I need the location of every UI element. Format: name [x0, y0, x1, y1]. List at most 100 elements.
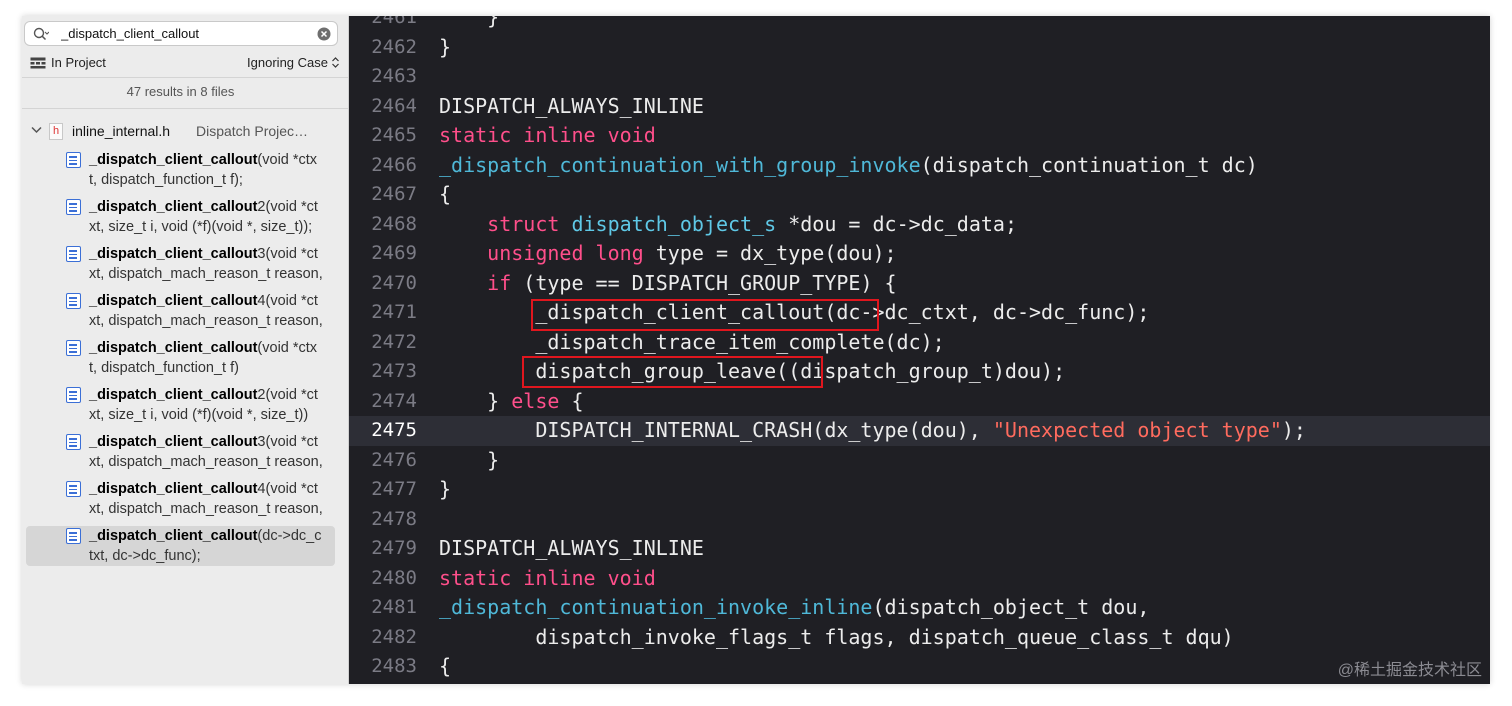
search-icon[interactable]: [33, 26, 49, 42]
line-number: 2482: [371, 625, 417, 648]
document-icon: [66, 246, 81, 262]
code-line[interactable]: 2474 } else {: [349, 387, 1490, 417]
document-icon: [66, 387, 81, 403]
code-line[interactable]: 2463: [349, 62, 1490, 92]
line-source: _dispatch_continuation_with_group_invoke…: [439, 151, 1258, 181]
line-source: {: [439, 180, 451, 210]
clear-search-icon[interactable]: [317, 27, 331, 41]
result-match: _dispatch_client_callout: [89, 528, 258, 544]
code-line[interactable]: 2476 }: [349, 446, 1490, 476]
code-token: (dispatch_continuation_t dc): [920, 152, 1258, 177]
code-line[interactable]: 2470 if (type == DISPATCH_GROUP_TYPE) {: [349, 269, 1490, 299]
search-field[interactable]: [24, 21, 338, 46]
search-result-item[interactable]: _dispatch_client_callout(dc->dc_ctxt, dc…: [26, 526, 335, 566]
file-name: inline_internal.h: [72, 123, 171, 139]
line-source: }: [439, 16, 499, 33]
line-number: 2471: [371, 301, 417, 323]
search-input[interactable]: [61, 26, 311, 42]
code-token: "Unexpected object type": [992, 418, 1282, 442]
header-file-icon: h: [49, 123, 63, 140]
code-line[interactable]: 2464 DISPATCH_ALWAYS_INLINE: [349, 92, 1490, 122]
code-line[interactable]: 2466 _dispatch_continuation_with_group_in…: [349, 151, 1490, 181]
search-result-item[interactable]: _dispatch_client_callout4(void *ctxt, di…: [22, 291, 348, 331]
result-match: _dispatch_client_callout: [89, 434, 258, 450]
search-result-item[interactable]: _dispatch_client_callout(void *ctxt, dis…: [22, 150, 348, 190]
code-line[interactable]: 2481 _dispatch_continuation_invoke_inline…: [349, 593, 1490, 623]
line-source: static inline void: [439, 564, 656, 594]
code-line[interactable]: 2469 unsigned long type = dx_type(dou);: [349, 239, 1490, 269]
line-number: 2475: [371, 419, 417, 441]
search-result-item[interactable]: _dispatch_client_callout3(void *ctxt, di…: [22, 244, 348, 284]
line-source: }: [439, 475, 451, 505]
code-token: if: [487, 270, 512, 295]
scope-selector[interactable]: In Project: [30, 55, 106, 70]
line-source: DISPATCH_INTERNAL_CRASH(dx_type(dou), "U…: [439, 416, 1306, 446]
code-line[interactable]: 2471 _dispatch_client_callout(dc->dc_ctx…: [349, 298, 1490, 328]
code-token: {: [439, 182, 452, 206]
code-token: {: [559, 388, 584, 413]
document-icon: [66, 340, 81, 356]
code-token: *dou = dc->dc_data;: [776, 211, 1017, 236]
line-source: struct dispatch_object_s *dou = dc->dc_d…: [439, 210, 1017, 240]
case-option-popup[interactable]: Ignoring Case: [247, 55, 339, 70]
code-line[interactable]: 2478: [349, 505, 1490, 535]
result-list: _dispatch_client_callout(void *ctxt, dis…: [22, 150, 348, 573]
search-result-item[interactable]: _dispatch_client_callout3(void *ctxt, di…: [22, 432, 348, 472]
code-line[interactable]: 2477}: [349, 475, 1490, 505]
line-number: 2481: [371, 596, 417, 618]
code-line[interactable]: 2480 static inline void: [349, 564, 1490, 594]
line-number: 2468: [371, 212, 417, 235]
line-number: 2465: [371, 124, 417, 146]
code-area[interactable]: 2461 } 2462} 2463 2464 DISPATCH_ALWAYS_INLIN…: [349, 16, 1490, 682]
code-line[interactable]: 2465 static inline void: [349, 121, 1490, 151]
code-token: _dispatch_continuation_invoke_inline: [439, 595, 873, 619]
line-number: 2472: [371, 330, 417, 353]
results-count: 47 results in 8 files: [126, 84, 235, 99]
code-token: }: [439, 16, 500, 29]
scope-label: In Project: [51, 55, 106, 70]
document-icon: [66, 199, 81, 215]
code-line[interactable]: 2462}: [349, 33, 1490, 63]
search-result-item[interactable]: _dispatch_client_callout(void *ctxt, dis…: [22, 338, 348, 378]
result-match: _dispatch_client_callout: [89, 387, 258, 403]
code-token: {: [439, 654, 452, 678]
code-line[interactable]: 2473 dispatch_group_leave((dispatch_grou…: [349, 357, 1490, 387]
code-line[interactable]: 2461 }: [349, 16, 1490, 33]
search-result-item[interactable]: _dispatch_client_callout2(void *ctxt, si…: [22, 197, 348, 237]
code-line[interactable]: 2468 struct dispatch_object_s *dou = dc-…: [349, 210, 1490, 240]
code-token: dispatch_invoke_flags_t flags, dispatch_…: [439, 624, 1234, 649]
code-line[interactable]: 2479 DISPATCH_ALWAYS_INLINE: [349, 534, 1490, 564]
code-token: else: [511, 388, 560, 413]
code-token: void: [607, 565, 656, 590]
code-line[interactable]: 2475 DISPATCH_INTERNAL_CRASH(dx_type(dou…: [349, 416, 1490, 446]
line-number: 2462: [371, 35, 417, 58]
line-source: DISPATCH_ALWAYS_INLINE: [439, 92, 704, 122]
line-source: }: [439, 446, 499, 476]
search-result-item[interactable]: _dispatch_client_callout4(void *ctxt, di…: [22, 479, 348, 519]
code-line[interactable]: 2483 {: [349, 652, 1490, 682]
chevron-down-icon[interactable]: [31, 126, 42, 134]
result-match: _dispatch_client_callout: [89, 199, 258, 215]
code-token: DISPATCH_INTERNAL_CRASH(dx_type(dou),: [439, 418, 993, 442]
line-number: 2479: [371, 537, 417, 559]
source-editor[interactable]: 2461 } 2462} 2463 2464 DISPATCH_ALWAYS_INLIN…: [349, 16, 1490, 684]
code-token: );: [1281, 418, 1306, 442]
code-line[interactable]: 2467 {: [349, 180, 1490, 210]
line-number: 2483: [371, 655, 417, 677]
result-match: _dispatch_client_callout: [89, 481, 258, 497]
file-group-inline-internal[interactable]: h inline_internal.h Dispatch Projec…: [22, 121, 348, 141]
line-number: 2463: [371, 65, 417, 87]
result-match: _dispatch_client_callout: [89, 340, 258, 356]
line-number: 2467: [371, 183, 417, 205]
code-line[interactable]: 2472 _dispatch_trace_item_complete(dc);: [349, 328, 1490, 358]
search-result-item[interactable]: _dispatch_client_callout2(void *ctxt, si…: [22, 385, 348, 425]
highlight-box-client-callout: [531, 299, 879, 331]
code-token: void: [607, 123, 656, 147]
code-line[interactable]: 2482 dispatch_invoke_flags_t flags, disp…: [349, 623, 1490, 653]
code-token: type = dx_type(dou);: [643, 241, 897, 265]
